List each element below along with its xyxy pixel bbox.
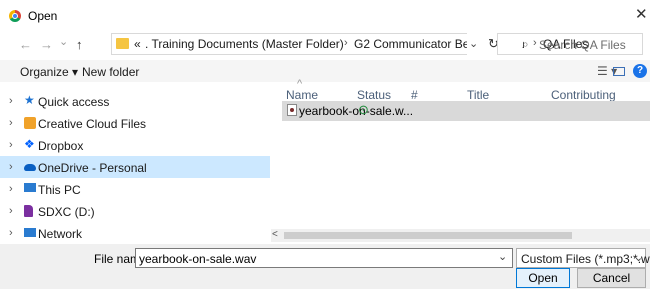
title-bar [0,0,650,31]
sd-card-icon [24,205,33,217]
column-header-status[interactable]: Status [357,88,391,102]
sidebar-item-label: This PC [38,183,81,197]
sidebar-item-sdxc[interactable]: › SDXC (D:) [0,200,270,222]
network-icon [24,228,36,237]
chevron-right-icon[interactable]: › [9,117,13,129]
breadcrumb-training-documents[interactable]: . Training Documents (Master Folder) [145,37,344,51]
chevron-down-icon[interactable]: ⌄ [498,250,507,263]
breadcrumb-overflow[interactable]: « [134,37,141,51]
breadcrumb-separator: › [344,37,348,49]
dropbox-icon: ❖ [24,137,35,151]
forward-arrow-icon[interactable]: → [40,37,53,52]
sidebar-item-label: Creative Cloud Files [38,117,147,131]
sidebar-item-label: Dropbox [38,139,84,153]
sidebar-item-onedrive[interactable]: › OneDrive - Personal [0,156,270,178]
file-type-value[interactable]: Custom Files (*.mp3;*.wav) [521,252,650,266]
star-icon: ★ [24,93,35,107]
cancel-button[interactable]: Cancel [577,268,646,288]
help-icon[interactable]: ? [633,64,647,78]
close-icon[interactable]: ✕ [635,5,648,23]
folder-icon [116,38,129,49]
up-arrow-icon[interactable]: ↑ [76,37,83,52]
sidebar-item-this-pc[interactable]: › This PC [0,178,270,200]
column-header-number[interactable]: # [411,88,418,102]
chrome-icon [9,10,21,22]
chevron-down-icon[interactable]: ⌄ [634,251,643,264]
recent-locations-icon[interactable]: ⌄ [59,35,68,48]
organize-button[interactable]: Organize ▾ [20,65,78,79]
window-title: Open [28,9,58,23]
chevron-right-icon[interactable]: › [9,161,13,173]
back-arrow-icon[interactable]: ← [19,37,32,52]
chevron-right-icon[interactable]: › [9,205,13,217]
chevron-right-icon[interactable]: › [9,227,13,239]
computer-icon [24,183,36,192]
search-input[interactable]: Search QA Files [539,38,626,52]
sidebar-item-creative-cloud[interactable]: › Creative Cloud Files [0,112,270,134]
new-folder-button[interactable]: New folder [82,65,139,79]
sidebar-item-network[interactable]: › Network [0,222,270,244]
file-name[interactable]: yearbook-on-sale.w... [299,104,413,118]
file-name-value[interactable]: yearbook-on-sale.wav [139,252,256,266]
open-button[interactable]: Open [516,268,570,288]
sidebar-item-label: Network [38,227,83,241]
sidebar-item-label: SDXC (D:) [38,205,95,219]
address-dropdown-icon[interactable]: ⌄ [469,37,478,50]
onedrive-icon [24,164,36,171]
search-icon: ⌕ [522,37,529,51]
sidebar-item-label: Quick access [38,95,110,109]
sidebar-item-label: OneDrive - Personal [38,161,147,175]
scroll-left-icon[interactable]: < [272,229,278,240]
chevron-right-icon[interactable]: › [9,95,13,107]
sidebar-item-quick-access[interactable]: › ★ Quick access [0,90,270,112]
column-header-name[interactable]: Name [286,88,318,102]
preview-pane-icon[interactable] [613,67,625,76]
column-header-title[interactable]: Title [467,88,489,102]
scrollbar-thumb[interactable] [284,232,572,239]
creative-cloud-icon [24,117,36,129]
sidebar-item-dropbox[interactable]: › ❖ Dropbox [0,134,270,156]
audio-file-icon [287,104,297,116]
sync-status-icon: ⊙ [358,102,369,117]
chevron-right-icon[interactable]: › [9,183,13,195]
chevron-right-icon[interactable]: › [9,139,13,151]
